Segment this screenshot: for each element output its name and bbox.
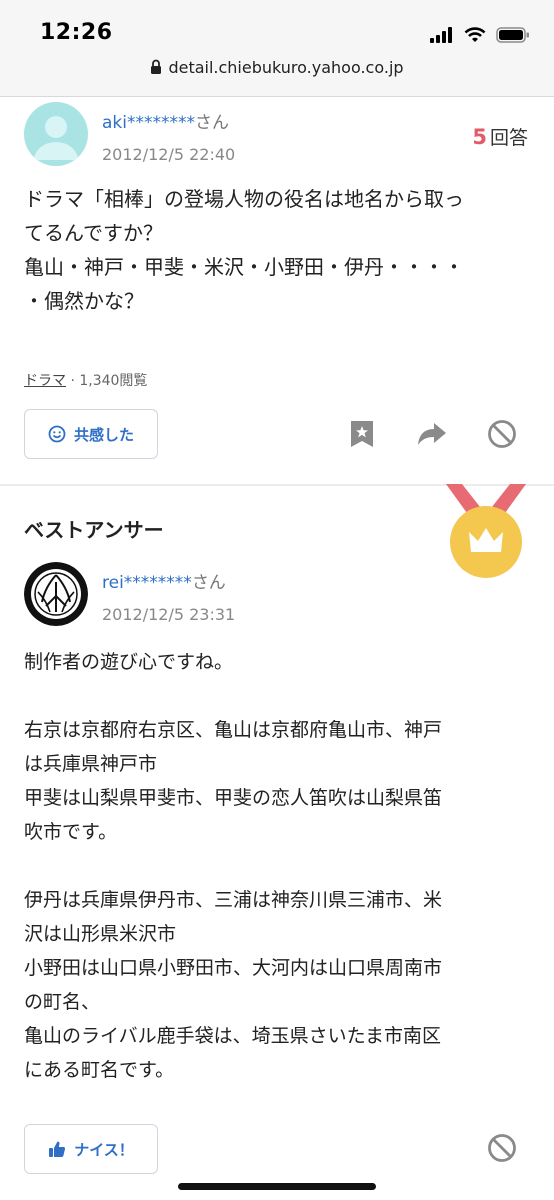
answer-line: 吹市です。 (24, 821, 118, 843)
answer-line: 制作者の遊び心ですね。 (24, 651, 234, 673)
question-line: 亀山・神戸・甲斐・米沢・小野田・伊丹・・・・ (24, 255, 464, 279)
address-bar[interactable]: detail.chiebukuro.yahoo.co.jp (0, 58, 554, 77)
answer-line: 亀山のライバル鹿手袋は、埼玉県さいたま市南区 (24, 1025, 442, 1047)
status-time: 12:26 (40, 20, 113, 45)
answer-line: の町名、 (24, 991, 101, 1013)
answer-line: 沢は山形県米沢市 (24, 923, 177, 945)
bookmark-icon (351, 421, 373, 447)
question-body: ドラマ「相棒」の登場人物の役名は地名から取っ てるんですか？ 亀山・神戸・甲斐・… (24, 182, 534, 318)
category-link[interactable]: ドラマ (24, 373, 66, 389)
answer-line: にある町名です。 (24, 1059, 175, 1081)
answer-line (24, 849, 539, 883)
answerer-avatar[interactable] (24, 562, 88, 626)
status-icons (430, 24, 530, 46)
nice-button[interactable]: ナイス！ (24, 1124, 158, 1174)
answerer-name[interactable]: rei********さん (102, 568, 226, 593)
lock-icon (151, 59, 162, 74)
view-count: · 1,340閲覧 (70, 373, 148, 389)
share-button[interactable] (416, 418, 448, 450)
answer-line: は兵庫県神戸市 (24, 753, 158, 775)
battery-icon (496, 27, 529, 43)
home-indicator[interactable] (178, 1183, 376, 1190)
answer-line: 右京は京都府右京区、亀山は京都府亀山市、神戸 (24, 719, 443, 741)
medal-icon (446, 484, 526, 578)
answer-line: 伊丹は兵庫県伊丹市、三浦は神奈川県三浦市、米 (24, 889, 443, 911)
answer-date: 2012/12/5 23:31 (102, 605, 236, 624)
answer-report-button[interactable] (486, 1132, 518, 1164)
bookmark-button[interactable] (346, 418, 378, 450)
question-date: 2012/12/5 22:40 (102, 145, 236, 164)
block-icon (488, 420, 516, 448)
answer-line: 小野田は山口県小野田市、大河内は山口県周南市 (24, 957, 443, 979)
answer-count[interactable]: 5 回答 (472, 123, 528, 150)
thumbs-up-icon (49, 1141, 66, 1157)
share-icon (418, 423, 446, 445)
nice-label: ナイス！ (74, 1140, 134, 1159)
url-text: detail.chiebukuro.yahoo.co.jp (168, 58, 404, 77)
report-button[interactable] (486, 418, 518, 450)
answer-body: 制作者の遊び心ですね。 右京は京都府右京区、亀山は京都府亀山市、神戸 は兵庫県神… (24, 645, 539, 1087)
best-answer-title: ベストアンサー (24, 518, 164, 542)
wifi-icon (464, 27, 486, 42)
empathy-button[interactable]: 共感した (24, 409, 158, 459)
question-line: ドラマ「相棒」の登場人物の役名は地名から取っ (24, 187, 464, 211)
block-icon (488, 1134, 516, 1162)
browser-top-bar: 12:26 detail.chiebukuro.yahoo.co.jp (0, 0, 554, 97)
questioner-avatar[interactable] (24, 102, 88, 166)
smile-icon (48, 425, 66, 443)
questioner-name[interactable]: aki********さん (102, 108, 229, 133)
answer-line (24, 679, 539, 713)
empathy-label: 共感した (73, 425, 134, 444)
question-line: ・偶然かな？ (24, 289, 144, 313)
question-meta: ドラマ · 1,340閲覧 (24, 370, 147, 390)
answer-line: 甲斐は山梨県甲斐市、甲斐の恋人笛吹は山梨県笛 (24, 787, 443, 809)
signal-icon (430, 27, 452, 43)
question-line: てるんですか？ (24, 221, 163, 245)
